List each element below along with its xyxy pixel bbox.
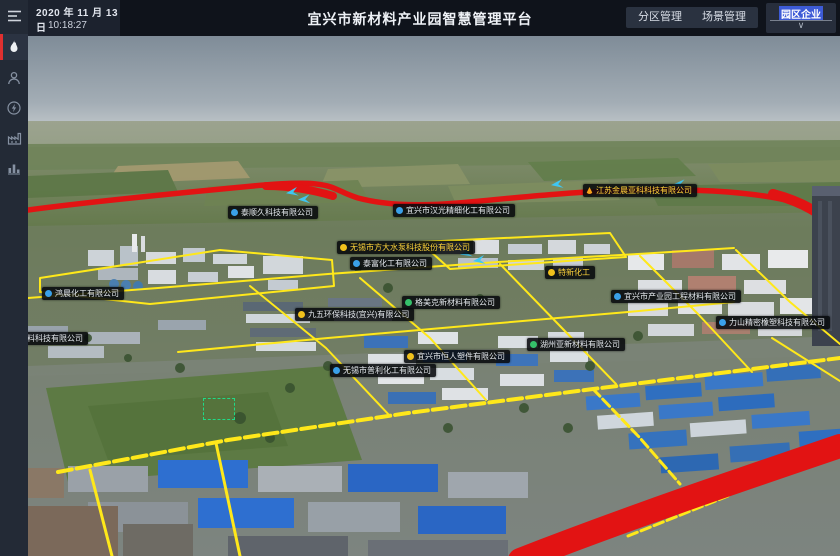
company-name: 力山精密橡塑科技有限公司 xyxy=(729,317,825,328)
chevron-down-icon: ∨ xyxy=(766,20,836,31)
factory-icon[interactable] xyxy=(0,126,28,150)
company-label[interactable]: 九五环保科技(宜兴)有限公司 xyxy=(295,308,414,321)
company-marker-icon xyxy=(45,290,52,297)
company-marker-icon xyxy=(333,367,340,374)
company-name: 湖州亚新材料有限公司 xyxy=(540,339,620,350)
selection-box xyxy=(203,398,235,420)
company-name: 九五环保科技(宜兴)有限公司 xyxy=(308,309,409,320)
company-marker-icon xyxy=(405,299,412,306)
company-marker-icon xyxy=(614,293,621,300)
park-enterprise-dropdown[interactable]: 园区企业 ∨ xyxy=(766,3,836,33)
left-sidebar xyxy=(0,0,28,556)
company-name: 格美克新材料有限公司 xyxy=(415,297,495,308)
company-name: 泰顺久科技有限公司 xyxy=(241,207,313,218)
company-label[interactable]: 宜兴市汉光精细化工有限公司 xyxy=(393,204,515,217)
top-bar: 2020 年 11 月 13 日 10:18:27 宜兴市新材料产业园智慧管理平… xyxy=(0,0,840,36)
company-name: 宜兴市汉光精细化工有限公司 xyxy=(406,205,510,216)
company-label[interactable]: 宜兴市产业园工程材料有限公司 xyxy=(611,290,741,303)
company-marker-icon xyxy=(396,207,403,214)
company-marker-icon xyxy=(340,244,347,251)
chart-icon[interactable] xyxy=(0,156,28,180)
user-icon[interactable] xyxy=(0,66,28,90)
zone-management-button[interactable]: 分区管理 xyxy=(626,7,694,28)
company-marker-icon xyxy=(548,269,555,276)
company-label[interactable]: 鸿晨化工有限公司 xyxy=(42,287,124,300)
company-label[interactable]: 格美克新材料有限公司 xyxy=(402,296,500,309)
company-name: 江苏金晨亚科科技有限公司 xyxy=(596,185,692,196)
company-name: 鸿晨化工有限公司 xyxy=(55,288,119,299)
company-marker-icon xyxy=(586,187,593,194)
company-name: 无锡市方大水泵科技股份有限公司 xyxy=(350,242,470,253)
menu-icon[interactable] xyxy=(0,4,28,28)
scene-management-button[interactable]: 场景管理 xyxy=(690,7,758,28)
company-marker-icon xyxy=(231,209,238,216)
fire-icon[interactable] xyxy=(0,34,28,60)
company-label[interactable]: 泰顺久科技有限公司 xyxy=(228,206,318,219)
company-name: 宜兴市产业园工程材料有限公司 xyxy=(624,291,736,302)
power-icon[interactable] xyxy=(0,96,28,120)
company-marker-icon xyxy=(353,260,360,267)
company-label[interactable]: 泰富化工有限公司 xyxy=(350,257,432,270)
smart-park-platform: 泰顺久科技有限公司 宜兴市汉光精细化工有限公司 江苏金晨亚科科技有限公司 无锡市… xyxy=(0,0,840,556)
company-label[interactable]: 特新化工 xyxy=(545,266,595,279)
company-marker-icon xyxy=(298,311,305,318)
company-label[interactable]: 湖州亚新材料有限公司 xyxy=(527,338,625,351)
company-name: 泰富化工有限公司 xyxy=(363,258,427,269)
company-label[interactable]: 力山精密橡塑科技有限公司 xyxy=(716,316,830,329)
dropdown-label: 园区企业 xyxy=(779,6,823,21)
company-name: 宜兴市恒人塑件有限公司 xyxy=(417,351,505,362)
company-label[interactable]: 无锡市方大水泵科技股份有限公司 xyxy=(337,241,475,254)
company-marker-icon xyxy=(719,319,726,326)
company-marker-icon xyxy=(407,353,414,360)
company-label[interactable]: 江苏金晨亚科科技有限公司 xyxy=(583,184,697,197)
company-name: 无锡市普利化工有限公司 xyxy=(343,365,431,376)
company-label[interactable]: 无锡市普利化工有限公司 xyxy=(330,364,436,377)
company-label[interactable]: 宜兴市恒人塑件有限公司 xyxy=(404,350,510,363)
company-name: 特新化工 xyxy=(558,267,590,278)
company-marker-icon xyxy=(530,341,537,348)
warehouses-foreground xyxy=(28,460,528,556)
